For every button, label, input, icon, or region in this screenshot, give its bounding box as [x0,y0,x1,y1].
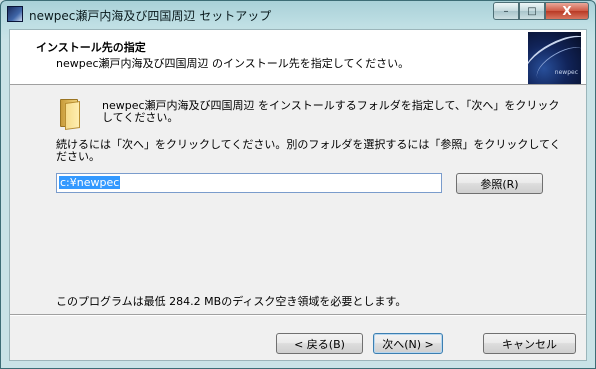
next-button[interactable]: 次へ(N) > [373,333,443,354]
install-description: newpec瀬戸内海及び四国周辺 をインストールするフォルダを指定して、「次へ」… [102,99,560,124]
wizard-content: インストール先の指定 newpec瀬戸内海及び四国周辺 のインストール先を指定し… [9,29,587,361]
window-controls: – □ X [493,2,589,20]
title-bar[interactable]: newpec瀬戸内海及び四国周辺 セットアップ – □ X [1,1,595,29]
page-title: インストール先の指定 [36,41,146,54]
back-button[interactable]: < 戻る(B) [276,333,363,354]
header-logo: newpec [528,32,581,84]
disk-space-note: このプログラムは最低 284.2 MBのディスク空き領域を必要とします。 [56,295,407,308]
wizard-header: インストール先の指定 newpec瀬戸内海及び四国周辺 のインストール先を指定し… [10,30,586,85]
page-subtitle: newpec瀬戸内海及び四国周辺 のインストール先を指定してください。 [56,57,410,70]
maximize-button[interactable]: □ [519,2,545,20]
footer-divider [10,314,586,316]
window-title: newpec瀬戸内海及び四国周辺 セットアップ [29,9,272,23]
browse-button[interactable]: 参照(R) [456,173,543,194]
setup-window: newpec瀬戸内海及び四国周辺 セットアップ – □ X インストール先の指定… [0,0,596,369]
folder-icon [60,99,82,131]
minimize-button[interactable]: – [493,2,519,20]
install-path-input[interactable]: c:¥newpec [56,173,442,193]
logo-text: newpec [554,69,578,76]
app-icon [7,6,23,22]
install-path-value: c:¥newpec [59,176,121,189]
cancel-button[interactable]: キャンセル [483,333,576,354]
close-button[interactable]: X [545,2,589,20]
install-instruction: 続けるには「次へ」をクリックしてください。別のフォルダを選択するには「参照」をク… [56,138,561,163]
